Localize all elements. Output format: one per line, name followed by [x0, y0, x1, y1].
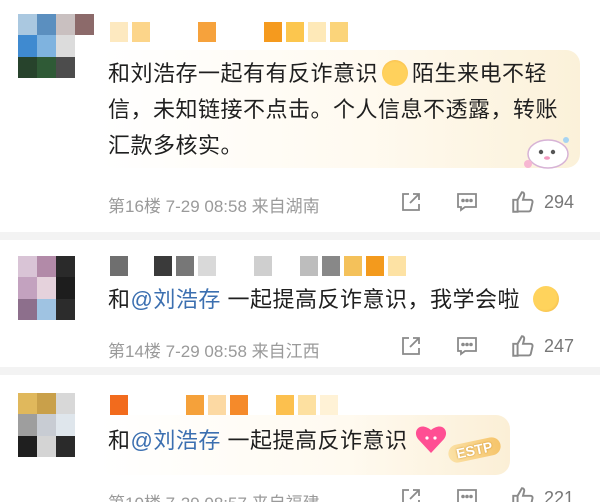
raising-hand-emoji-icon: [532, 286, 559, 312]
username[interactable]: [110, 395, 338, 415]
comment-icon[interactable]: [454, 485, 480, 502]
comment-meta: 第14楼 7-29 08:58 来自江西: [108, 342, 320, 361]
share-icon[interactable]: [398, 189, 424, 215]
avatar[interactable]: [18, 393, 94, 457]
like-count: 294: [544, 191, 575, 212]
like-count: 247: [544, 335, 575, 356]
separator: [0, 367, 600, 375]
comment-text: 和刘浩存一起有有反诈意识 陌生来电不轻 信，未知链接不点击。个人信息不透露，转账 …: [108, 60, 559, 158]
avatar[interactable]: [18, 14, 94, 78]
share-icon[interactable]: [398, 333, 424, 359]
username[interactable]: [110, 22, 348, 42]
comment-actions: 247: [368, 333, 580, 359]
thumbs-up-icon[interactable]: [510, 189, 536, 215]
mention-link[interactable]: @刘浩存: [131, 287, 221, 312]
comment-meta: 第16楼 7-29 08:58 来自湖南: [108, 197, 320, 216]
comment-item-3: 和@刘浩存 一起提高反诈意识 ESTP 第10楼 7-29 08:57 来自福建…: [0, 375, 600, 502]
heart-face-sticker-icon: [415, 426, 447, 453]
cute-cat-sticker-icon: [524, 137, 569, 169]
thumbs-up-icon[interactable]: [510, 333, 536, 359]
username[interactable]: [110, 256, 406, 276]
like-count: 221: [544, 487, 575, 502]
comment-meta: 第10楼 7-29 08:57 来自福建: [108, 489, 320, 502]
mention-link[interactable]: @刘浩存: [131, 428, 221, 453]
avatar[interactable]: [18, 256, 94, 320]
comment-icon[interactable]: [454, 333, 480, 359]
comment-actions: 221: [368, 485, 580, 502]
comment-item-2: 和@刘浩存 一起提高反诈意识，我学会啦 第14楼 7-29 08:58 来自江西…: [0, 240, 600, 366]
smiling-face-emoji-icon: [382, 60, 409, 86]
comment-text: 和@刘浩存 一起提高反诈意识: [108, 428, 408, 453]
share-icon[interactable]: [398, 485, 424, 502]
thumbs-up-icon[interactable]: [510, 485, 536, 502]
comment-text: 和@刘浩存 一起提高反诈意识，我学会啦: [108, 282, 559, 318]
comment-icon[interactable]: [454, 189, 480, 215]
comment-item-1: 和刘浩存一起有有反诈意识 陌生来电不轻 信，未知链接不点击。个人信息不透露，转账 …: [0, 0, 600, 232]
comment-actions: 294: [368, 189, 580, 215]
separator: [0, 232, 600, 240]
